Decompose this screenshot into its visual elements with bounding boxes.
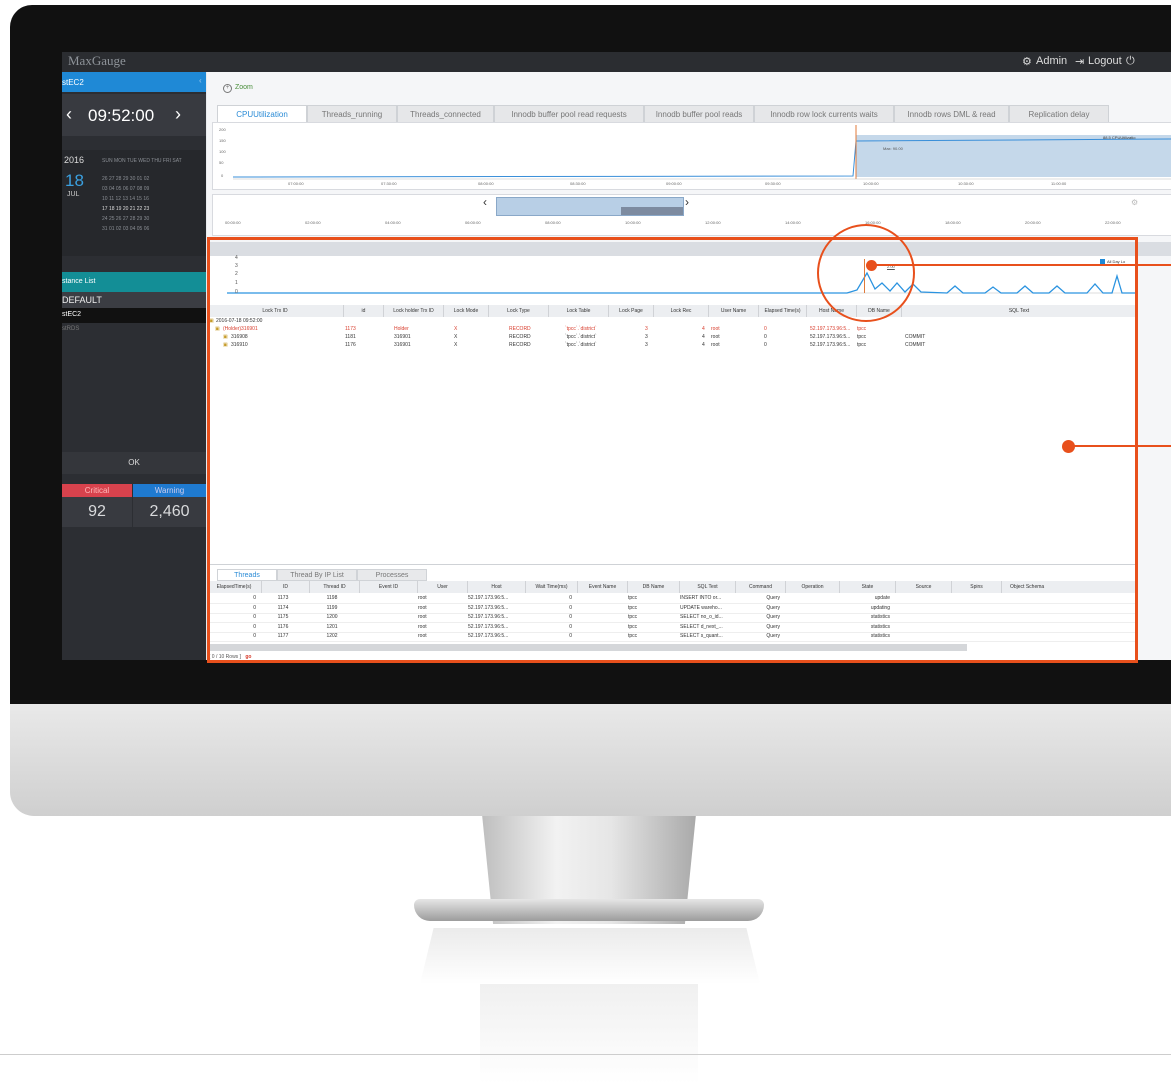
nav-xtick: 00:00:00 <box>225 220 241 225</box>
group-label: DEFAULT <box>62 295 102 305</box>
monitor-chin <box>10 704 1171 816</box>
cpu-area <box>856 135 1171 177</box>
nav-xtick: 02:00:00 <box>305 220 321 225</box>
time-selector: ‹ 09:52:00 › <box>62 94 206 136</box>
cpu-max-label: Max: 90.00 <box>883 146 903 151</box>
nav-xtick: 18:00:00 <box>945 220 961 225</box>
calendar-day: 18 <box>65 171 84 190</box>
calendar-week-selected[interactable]: 17 18 19 20 21 22 23 <box>102 206 149 212</box>
calendar: 2016 SUN MON TUE WED THU FRI SAT 18 JUL … <box>62 150 206 256</box>
nav-xtick: 22:00:00 <box>1105 220 1121 225</box>
cpu-xtick: 11:00:00 <box>1051 181 1067 186</box>
cpu-xtick: 09:00:00 <box>666 181 682 186</box>
group-row[interactable]: DEFAULT <box>62 292 206 308</box>
calendar-week[interactable]: 31 01 02 03 04 05 06 <box>102 226 149 232</box>
left-panel: stEC2 ‹ ‹ 09:52:00 › 2016 SUN MON TUE WE… <box>62 72 206 660</box>
callout-line <box>876 264 1171 266</box>
logout-link[interactable]: Logout <box>1088 55 1122 67</box>
warning-count[interactable]: 2,460 <box>133 497 206 527</box>
range-fill <box>621 207 683 215</box>
tab-rows-dml-read[interactable]: Innodb rows DML & read <box>894 105 1009 122</box>
tab-row-lock-waits[interactable]: Innodb row lock currents waits <box>754 105 894 122</box>
metric-tabs: CPUUtilization Threads_running Threads_c… <box>207 105 1171 123</box>
calendar-week[interactable]: 03 04 05 06 07 08 09 <box>102 186 149 192</box>
cpu-xtick: 08:00:00 <box>478 181 494 186</box>
floor-line <box>0 1054 1171 1055</box>
nav-prev-icon[interactable]: ‹ <box>483 195 487 209</box>
nav-xtick: 06:00:00 <box>465 220 481 225</box>
nav-settings-icon[interactable]: ⚙ <box>1131 198 1138 207</box>
calendar-weekdays: SUN MON TUE WED THU FRI SAT <box>102 158 182 164</box>
stand-reflection <box>420 928 760 984</box>
critical-label: Critical <box>62 484 132 497</box>
gear-icon[interactable]: ⚙ <box>1022 55 1032 68</box>
app-title: MaxGauge <box>68 53 126 68</box>
nav-next-icon[interactable]: › <box>685 195 689 209</box>
current-time: 09:52:00 <box>88 106 155 125</box>
navigator-chart[interactable]: ‹ › ⚙ 00:00:00 02:00:00 04:00:00 06:00:0… <box>212 194 1171 236</box>
tab-threads-running[interactable]: Threads_running <box>307 105 397 122</box>
cpu-legend[interactable]: 88.5 CPUUtilizatio <box>1103 135 1135 140</box>
cpu-ytick: 0 <box>221 173 224 178</box>
highlight-circle <box>817 224 915 322</box>
zoom-label[interactable]: Zoom <box>235 84 253 91</box>
warning-label: Warning <box>133 484 206 497</box>
calendar-year: 2016 <box>64 155 85 165</box>
tab-threads-connected[interactable]: Threads_connected <box>397 105 494 122</box>
range-selector[interactable] <box>496 197 684 216</box>
instance-header: stEC2 ‹ <box>62 72 206 92</box>
calendar-week[interactable]: 10 11 12 13 14 15 16 <box>102 196 149 202</box>
calendar-week[interactable]: 24 25 26 27 28 29 30 <box>102 216 149 222</box>
instance-list-header: stance List <box>62 272 206 292</box>
instance-item-label: stRDS <box>62 326 80 332</box>
instance-item-label: stEC2 <box>62 311 82 318</box>
tab-cpuutilization[interactable]: CPUUtilization <box>217 105 307 122</box>
nav-xtick: 04:00:00 <box>385 220 401 225</box>
cpu-ytick: 200 <box>219 127 226 132</box>
calendar-week[interactable]: 26 27 28 29 30 01 02 <box>102 176 149 182</box>
tab-replication-delay[interactable]: Replication delay <box>1009 105 1109 122</box>
cpu-xtick: 08:30:00 <box>570 181 586 186</box>
highlight-frame <box>207 237 1138 663</box>
next-time-icon[interactable]: › <box>175 104 181 125</box>
cpu-xtick: 10:00:00 <box>863 181 879 186</box>
monitor-stand-foot <box>414 899 764 921</box>
nav-xtick: 20:00:00 <box>1025 220 1041 225</box>
critical-count[interactable]: 92 <box>62 497 132 527</box>
instance-list-label: stance List <box>62 278 96 285</box>
zoom-bar: + Zoom <box>207 80 1171 94</box>
nav-xtick: 14:00:00 <box>785 220 801 225</box>
callout-line <box>1074 445 1171 447</box>
logout-icon[interactable]: ⇥ <box>1075 55 1084 68</box>
tab-buffer-pool-read-requests[interactable]: Innodb buffer pool read requests <box>494 105 644 122</box>
power-icon[interactable]: ⏻ <box>1126 55 1135 68</box>
zoom-toggle-icon[interactable]: + <box>223 84 232 93</box>
cpu-chart-svg <box>232 125 1171 180</box>
calendar-month: JUL <box>67 191 80 198</box>
cpu-ytick: 50 <box>219 160 224 165</box>
nav-xtick: 08:00:00 <box>545 220 561 225</box>
cpu-ytick: 100 <box>219 149 226 154</box>
cpu-xtick: 07:30:00 <box>381 181 397 186</box>
nav-xtick: 10:00:00 <box>625 220 641 225</box>
collapse-icon[interactable]: ‹ <box>199 76 202 85</box>
prev-time-icon[interactable]: ‹ <box>66 104 72 125</box>
instance-item[interactable]: stRDS <box>62 323 206 338</box>
nav-xtick: 12:00:00 <box>705 220 721 225</box>
cpu-xtick: 09:30:00 <box>765 181 781 186</box>
cpu-xtick: 07:00:00 <box>288 181 304 186</box>
instance-header-label: stEC2 <box>62 78 84 87</box>
cpu-xtick: 10:30:00 <box>958 181 974 186</box>
cpu-ytick: 150 <box>219 138 226 143</box>
instance-item-selected[interactable]: stEC2 <box>62 308 206 323</box>
ok-button[interactable]: OK <box>62 452 206 474</box>
neck-reflection <box>480 984 698 1084</box>
top-bar: MaxGauge ⚙ Admin ⇥ Logout ⏻ <box>62 52 1171 72</box>
tab-buffer-pool-reads[interactable]: Innodb buffer pool reads <box>644 105 754 122</box>
admin-link[interactable]: Admin <box>1036 55 1067 67</box>
cpu-chart[interactable]: 200 150 100 50 0 07:00:00 07:30:00 08:00… <box>212 122 1171 190</box>
